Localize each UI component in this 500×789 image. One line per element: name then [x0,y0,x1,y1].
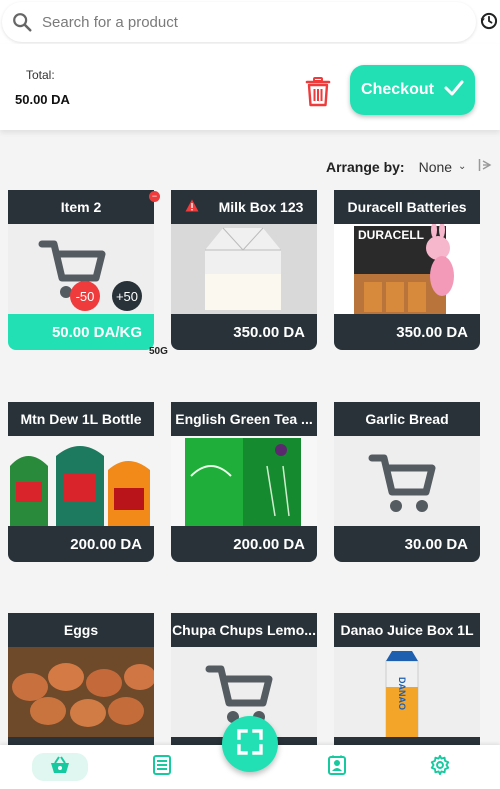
checkout-label: Checkout [361,81,434,98]
top-bar: Search for a product [0,0,500,44]
product-price: 50.00 DA/KG [51,323,142,341]
product-title: Garlic Bread [365,411,449,427]
product-title-row: Milk Box 123 [171,190,317,224]
checkout-button[interactable]: Checkout [350,65,475,115]
search-bar[interactable]: Search for a product [2,2,476,42]
cart-placeholder-image [334,436,480,526]
history-icon[interactable] [478,10,500,32]
warning-icon [185,199,199,215]
product-title: Chupa Chups Lemo... [172,622,316,638]
quantity-weight: 50G [149,346,168,357]
product-card-duracell[interactable]: Duracell Batteries DURACELL 350.00 DA [334,190,480,350]
nav-basket[interactable] [32,753,88,781]
check-icon [444,80,464,101]
product-title: Eggs [63,622,99,638]
basket-icon [49,755,71,780]
product-title: Duracell Batteries [347,199,467,215]
danao-juice-image: DANAO [334,647,480,737]
product-card-mtn-dew[interactable]: Mtn Dew 1L Bottle 200.00 DA [8,402,154,562]
increase-quantity-button[interactable]: +50 [112,281,142,311]
duracell-pack-image: DURACELL [334,224,480,314]
arrange-by: Arrange by: None ⌄ [326,158,492,175]
product-title: Milk Box 123 [218,199,304,215]
list-icon [152,754,172,780]
product-card-item-2[interactable]: Item 2 -50 +50 50.00 DA/KG [8,190,154,350]
cart-placeholder-image: -50 +50 [8,224,154,314]
product-price: 30.00 DA [404,535,468,553]
total-value: 50.00 DA [15,92,70,107]
product-card-milk-box[interactable]: Milk Box 123 350.00 DA [171,190,317,350]
arrange-select[interactable]: None [419,159,452,175]
scan-button[interactable] [222,716,278,772]
product-title: English Green Tea ... [175,411,313,427]
duracell-logo-text: DURACELL [358,228,424,242]
trash-icon[interactable] [305,77,331,107]
product-price: 350.00 DA [233,323,305,341]
search-icon [2,2,42,42]
green-tea-box-image [171,436,317,526]
eggs-image [8,647,154,737]
arrange-label: Arrange by: [326,158,405,175]
milk-carton-image [171,224,317,314]
chevron-down-icon[interactable]: ⌄ [458,161,466,172]
contacts-icon [327,755,347,780]
scan-icon [237,728,263,760]
nav-list[interactable] [134,753,190,781]
product-card-garlic-bread[interactable]: Garlic Bread 30.00 DA [334,402,480,562]
decrease-quantity-button[interactable]: -50 [70,281,100,311]
remove-item-icon[interactable]: − [149,191,160,202]
danao-logo-text: DANAO [397,677,407,710]
product-price: 200.00 DA [233,535,305,553]
cart-summary: Total: 50.00 DA Checkout [0,44,500,130]
product-price: 350.00 DA [396,323,468,341]
product-title: Danao Juice Box 1L [340,622,474,638]
mountain-dew-image [8,436,154,526]
total-label: Total: [26,68,55,82]
sort-direction-icon[interactable] [478,158,492,175]
nav-contacts[interactable] [309,753,365,781]
search-input[interactable]: Search for a product [42,14,178,31]
product-card-green-tea[interactable]: English Green Tea ... 200.00 DA [171,402,317,562]
product-price: 200.00 DA [70,535,142,553]
settings-icon [429,754,451,781]
product-title: Mtn Dew 1L Bottle [20,411,142,427]
product-title: Item 2 [8,190,154,224]
nav-settings[interactable] [412,753,468,781]
